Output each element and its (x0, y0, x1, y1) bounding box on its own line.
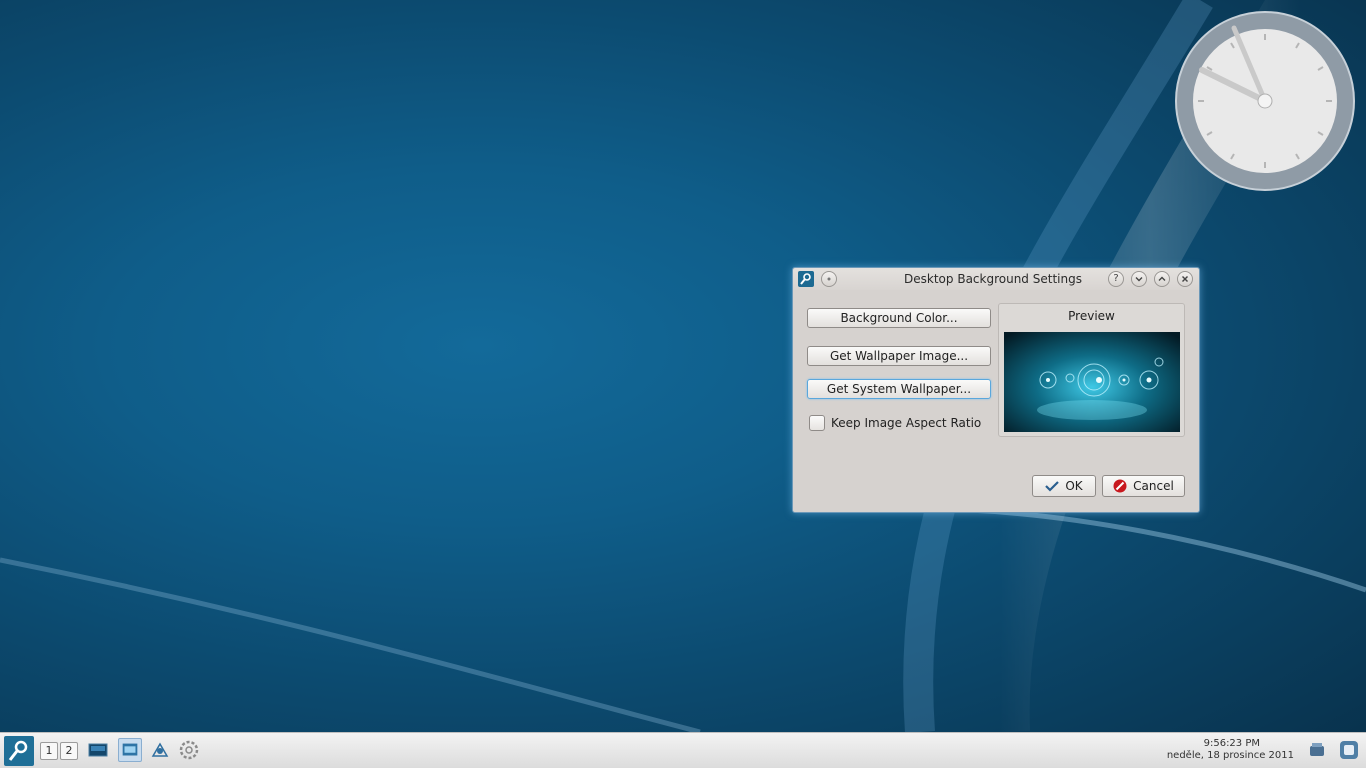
pager-desktop-2[interactable]: 2 (60, 742, 78, 760)
minimize-icon[interactable] (1131, 271, 1147, 287)
application-launcher-button[interactable] (4, 736, 34, 766)
cancel-button[interactable]: Cancel (1102, 475, 1185, 497)
desktop-background-settings-dialog: Desktop Background Settings ? Background… (792, 267, 1200, 513)
kickoff-icon (8, 740, 28, 761)
taskbar: 1 2 9:56:23 PM neděle, 18 prosince 2011 (0, 732, 1366, 768)
get-system-wallpaper-button[interactable]: Get System Wallpaper... (807, 379, 991, 399)
analog-clock-widget (1175, 11, 1355, 191)
device-notifier-icon[interactable] (1305, 738, 1329, 762)
show-desktop-icon[interactable] (86, 738, 110, 762)
network-icon[interactable] (148, 738, 172, 762)
keep-aspect-ratio-checkbox[interactable] (809, 415, 825, 431)
wallpaper-preview-image (1004, 332, 1180, 432)
ok-button[interactable]: OK (1032, 475, 1096, 497)
checkmark-icon (1045, 481, 1060, 492)
taskbar-clock-time[interactable]: 9:56:23 PM (1204, 738, 1260, 749)
keep-aspect-ratio-label: Keep Image Aspect Ratio (831, 416, 982, 430)
background-color-button[interactable]: Background Color... (807, 308, 991, 328)
pager-desktop-1[interactable]: 1 (40, 742, 58, 760)
dialog-titlebar[interactable]: Desktop Background Settings ? (793, 268, 1199, 290)
dialog-title: Desktop Background Settings (904, 272, 1082, 286)
task-desktop-settings-icon[interactable] (118, 738, 142, 762)
help-icon[interactable]: ? (1108, 271, 1124, 287)
pin-icon[interactable] (821, 271, 837, 287)
ok-label: OK (1065, 479, 1083, 493)
taskbar-clock-date[interactable]: neděle, 18 prosince 2011 (1167, 750, 1294, 761)
close-icon[interactable] (1177, 271, 1193, 287)
preview-panel: Preview (998, 303, 1185, 437)
kickoff-app-icon[interactable] (798, 271, 814, 287)
preview-title: Preview (1068, 309, 1115, 323)
gear-icon[interactable] (177, 738, 201, 762)
get-wallpaper-image-button[interactable]: Get Wallpaper Image... (807, 346, 991, 366)
cashew-icon[interactable] (1337, 738, 1361, 762)
cancel-label: Cancel (1133, 479, 1174, 493)
maximize-icon[interactable] (1154, 271, 1170, 287)
cancel-icon (1113, 479, 1127, 493)
